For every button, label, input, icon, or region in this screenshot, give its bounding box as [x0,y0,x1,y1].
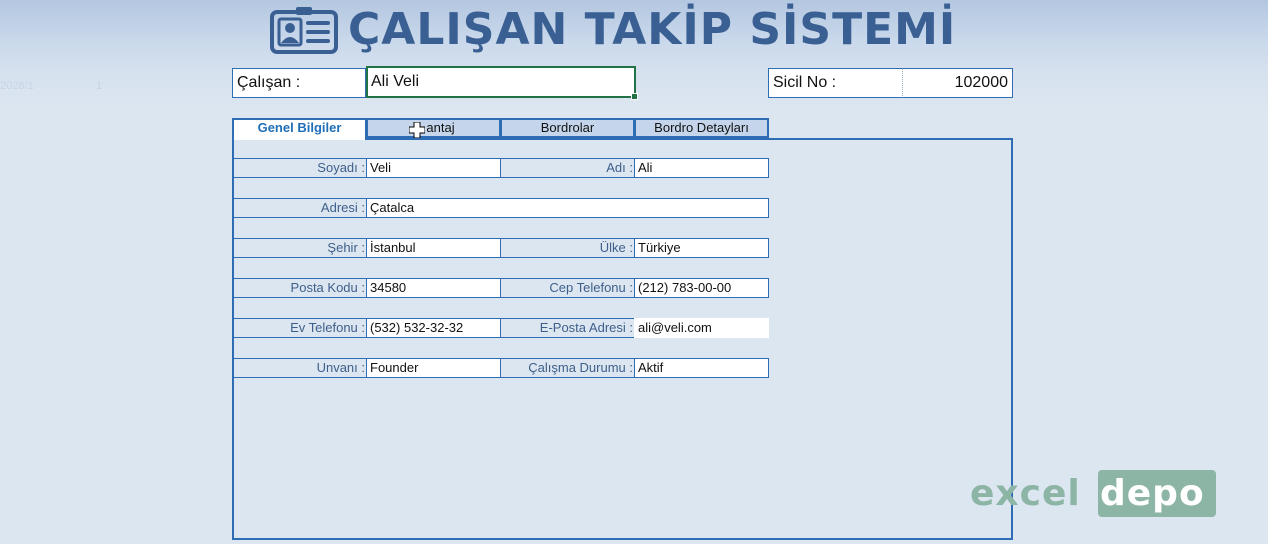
surname-label: Soyadı : [232,158,367,178]
app-title: ÇALIŞAN TAKİP SİSTEMİ [348,4,957,55]
tab-genel-bilgiler[interactable]: Genel Bilgiler [232,118,367,140]
employee-select-input[interactable]: Ali Veli [366,66,638,100]
mobile-phone-label: Cep Telefonu : [500,278,635,298]
home-phone-label: Ev Telefonu : [232,318,367,338]
brand-logo-depo: depo [1100,473,1205,514]
tab-mantaj[interactable]: antaj [366,118,501,138]
fill-handle[interactable] [631,93,638,100]
email-field[interactable]: ali@veli.com [634,318,769,338]
email-label: E-Posta Adresi : [500,318,635,338]
id-card-icon [270,7,338,54]
name-label: Adı : [500,158,635,178]
work-status-label: Çalışma Durumu : [500,358,635,378]
country-label: Ülke : [500,238,635,258]
sicil-value[interactable]: 102000 [902,68,1013,98]
city-label: Şehir : [232,238,367,258]
tab-bordrolar[interactable]: Bordrolar [500,118,635,138]
faint-cell-text-2: 1 [96,80,103,92]
home-phone-field[interactable]: (532) 532-32-32 [366,318,501,338]
city-field[interactable]: İstanbul [366,238,501,258]
sicil-label: Sicil No : [768,68,904,98]
postal-code-label: Posta Kodu : [232,278,367,298]
employee-select-value: Ali Veli [371,73,420,90]
name-field[interactable]: Ali [634,158,769,178]
postal-code-field[interactable]: 34580 [366,278,501,298]
title-field[interactable]: Founder [366,358,501,378]
address-label: Adresi : [232,198,367,218]
address-field[interactable]: Çatalca [366,198,769,218]
tab-bordro-detaylari[interactable]: Bordro Detayları [634,118,769,138]
faint-cell-text: 2028/1 [0,80,34,92]
country-field[interactable]: Türkiye [634,238,769,258]
mobile-phone-field[interactable]: (212) 783-00-00 [634,278,769,298]
surname-field[interactable]: Veli [366,158,501,178]
title-label: Unvanı : [232,358,367,378]
employee-label: Çalışan : [232,68,366,98]
work-status-field[interactable]: Aktif [634,358,769,378]
cursor-icon [409,122,425,138]
brand-logo-excel: excel [970,473,1081,514]
